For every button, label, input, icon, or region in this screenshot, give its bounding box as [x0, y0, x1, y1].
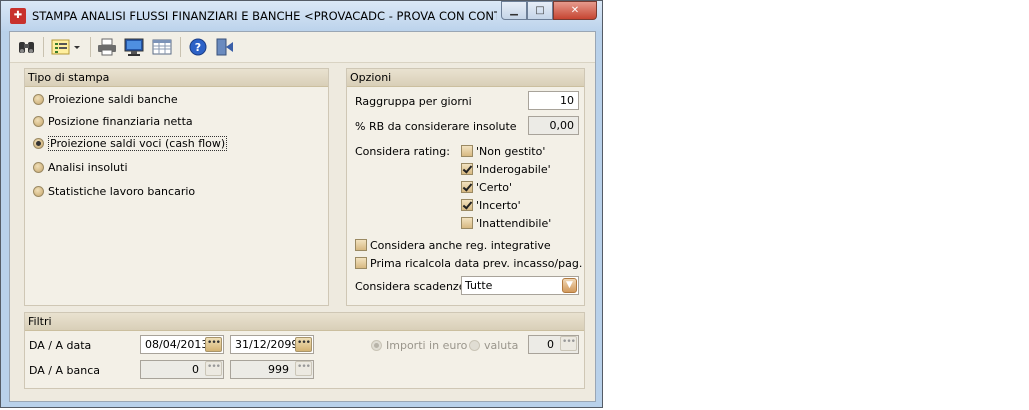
rb-insolute-label: % RB da considerare insolute — [355, 120, 517, 133]
minimize-button[interactable]: ▁ — [501, 1, 527, 20]
banca-to-picker-button[interactable]: ••• — [295, 361, 312, 376]
radio-label: Proiezione saldi banche — [48, 92, 178, 106]
raggruppa-label: Raggruppa per giorni — [355, 95, 472, 108]
chevron-down-icon[interactable]: ▼ — [562, 278, 577, 293]
opzioni-heading: Opzioni — [347, 69, 584, 87]
radio-button[interactable] — [469, 339, 480, 351]
radio-importi-euro[interactable]: Importi in euro — [371, 337, 467, 353]
radio-button[interactable] — [33, 185, 44, 197]
rating-inderogabile[interactable]: 'Inderogabile' — [461, 161, 551, 177]
toolbar: ? — [10, 32, 595, 63]
checkbox-label: 'Certo' — [476, 180, 513, 194]
ricalcola-checkbox-row[interactable]: Prima ricalcola data prev. incasso/pag. — [355, 255, 582, 271]
checkbox[interactable] — [461, 145, 473, 157]
radio-label: Statistiche lavoro bancario — [48, 184, 196, 198]
data-to-picker-button[interactable]: ••• — [295, 337, 312, 352]
scadenze-select[interactable]: Tutte ▼ — [461, 276, 579, 295]
checkbox-label: Considera anche reg. integrative — [370, 238, 551, 252]
radio-label: Posizione finanziaria netta — [48, 114, 193, 128]
data-to-value: 31/12/2099 — [235, 338, 299, 351]
checkbox-checked[interactable] — [461, 199, 473, 211]
checkbox-label: 'Non gestito' — [476, 144, 546, 158]
rb-insolute-input[interactable]: 0,00 — [528, 116, 579, 135]
checkbox[interactable] — [355, 257, 367, 269]
radio-button[interactable] — [33, 93, 44, 105]
printer-icon[interactable] — [96, 37, 118, 57]
maximize-button[interactable]: □ — [527, 1, 553, 20]
app-icon: ✚ — [10, 8, 26, 24]
scadenze-label: Considera scadenze — [355, 280, 466, 293]
banca-from-picker-button[interactable]: ••• — [205, 361, 222, 376]
rating-incerto[interactable]: 'Incerto' — [461, 197, 521, 213]
filtri-heading: Filtri — [25, 313, 584, 331]
opzioni-panel: Opzioni Raggruppa per giorni 10 % RB da … — [346, 68, 585, 306]
checkbox-label: 'Inattendibile' — [476, 216, 552, 230]
exit-icon[interactable] — [214, 37, 236, 57]
window-controls: ▁ □ ✕ — [501, 1, 597, 20]
toolbar-separator — [180, 37, 181, 57]
radio-button-selected[interactable] — [33, 137, 44, 149]
banca-range-label: DA / A banca — [29, 364, 101, 377]
radio-button-selected[interactable] — [371, 339, 382, 351]
radio-label: Proiezione saldi voci (cash flow) — [48, 135, 228, 151]
rating-non-gestito[interactable]: 'Non gestito' — [461, 143, 545, 159]
monitor-icon[interactable] — [123, 37, 145, 57]
radio-label: Analisi insoluti — [48, 160, 128, 174]
title-bar[interactable]: ✚ STAMPA ANALISI FLUSSI FINANZIARI E BAN… — [1, 1, 602, 31]
radio-posizione-finanziaria[interactable]: Posizione finanziaria netta — [33, 113, 193, 129]
toolbar-separator — [43, 37, 44, 57]
checkbox[interactable] — [461, 217, 473, 229]
data-from-input[interactable]: 08/04/2013 ••• — [140, 335, 224, 354]
checkbox-label: 'Inderogabile' — [476, 162, 551, 176]
help-icon[interactable]: ? — [187, 37, 209, 57]
radio-label: Importi in euro — [386, 338, 468, 352]
radio-proiezione-saldi-banche[interactable]: Proiezione saldi banche — [33, 91, 178, 107]
data-from-picker-button[interactable]: ••• — [205, 337, 222, 352]
radio-analisi-insoluti[interactable]: Analisi insoluti — [33, 159, 128, 175]
window-title: STAMPA ANALISI FLUSSI FINANZIARI E BANCH… — [32, 9, 497, 23]
radio-statistiche-lavoro[interactable]: Statistiche lavoro bancario — [33, 183, 195, 199]
checkbox-checked[interactable] — [461, 181, 473, 193]
binoculars-icon[interactable] — [16, 37, 38, 57]
valuta-picker-button[interactable]: ••• — [560, 336, 577, 351]
svg-text:?: ? — [195, 41, 201, 54]
rating-label: Considera rating: — [355, 145, 450, 158]
client-area: ? Tipo di stampa Proiezione saldi banche… — [9, 31, 596, 402]
data-range-label: DA / A data — [29, 339, 92, 352]
toolbar-separator — [90, 37, 91, 57]
data-to-input[interactable]: 31/12/2099 ••• — [230, 335, 314, 354]
scadenze-selected-value: Tutte — [465, 279, 493, 292]
checkbox[interactable] — [355, 239, 367, 251]
data-from-value: 08/04/2013 — [145, 338, 209, 351]
tipo-stampa-panel: Tipo di stampa Proiezione saldi banche P… — [24, 68, 329, 306]
rating-inattendibile[interactable]: 'Inattendibile' — [461, 215, 551, 231]
raggruppa-giorni-input[interactable]: 10 — [528, 91, 579, 110]
radio-label: valuta — [484, 338, 519, 352]
checkbox-label: 'Incerto' — [476, 198, 521, 212]
checkbox-checked[interactable] — [461, 163, 473, 175]
rating-certo[interactable]: 'Certo' — [461, 179, 512, 195]
app-window: ✚ STAMPA ANALISI FLUSSI FINANZIARI E BAN… — [0, 0, 603, 408]
reg-integrative-checkbox-row[interactable]: Considera anche reg. integrative — [355, 237, 551, 253]
list-options-icon[interactable] — [50, 37, 84, 57]
radio-proiezione-saldi-voci[interactable]: Proiezione saldi voci (cash flow) — [33, 135, 228, 151]
radio-button[interactable] — [33, 115, 44, 127]
grid-icon[interactable] — [151, 37, 173, 57]
radio-button[interactable] — [33, 161, 44, 173]
close-button[interactable]: ✕ — [553, 1, 597, 20]
tipo-stampa-heading: Tipo di stampa — [25, 69, 328, 87]
radio-valuta[interactable]: valuta — [469, 337, 518, 353]
checkbox-label: Prima ricalcola data prev. incasso/pag. — [370, 256, 583, 270]
filtri-panel: Filtri DA / A data 08/04/2013 ••• 31/12/… — [24, 312, 585, 389]
